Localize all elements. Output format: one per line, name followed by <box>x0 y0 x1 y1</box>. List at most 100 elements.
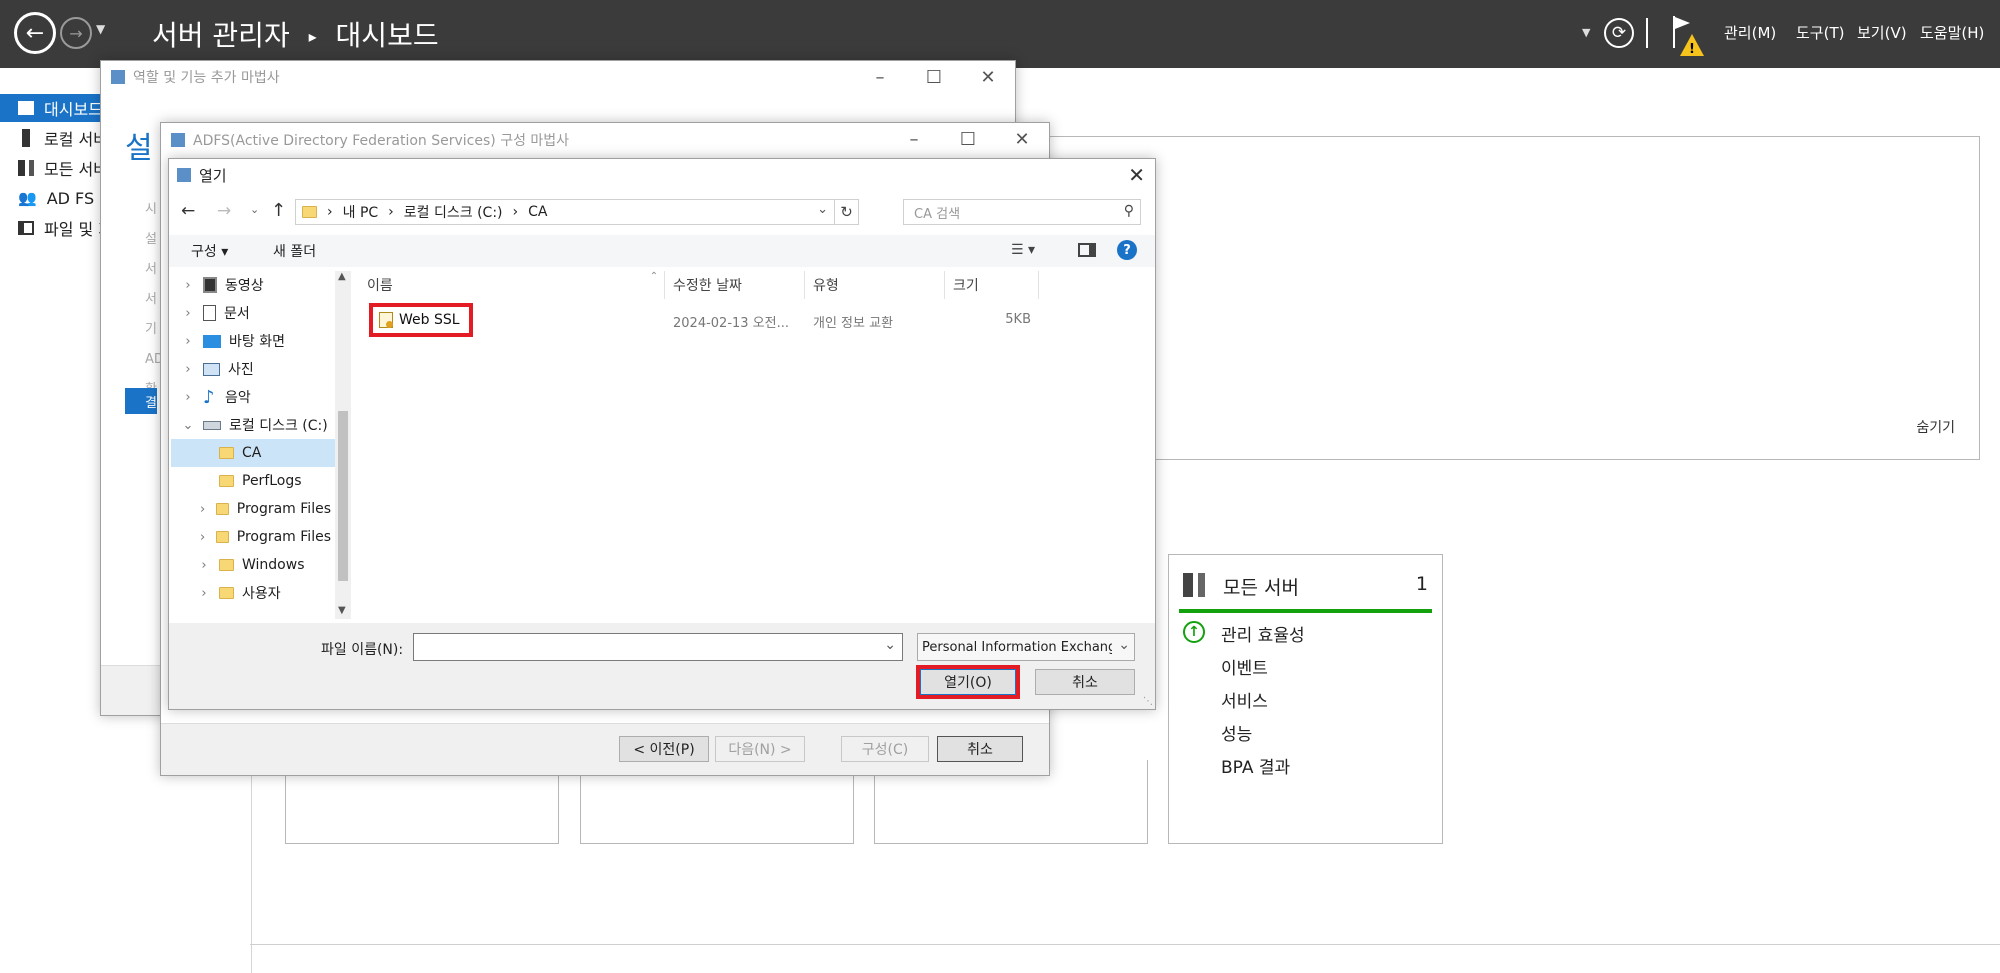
tree-item-local-disk[interactable]: ⌄ 로컬 디스크 (C:) <box>171 411 341 439</box>
minimize-button[interactable]: – <box>887 123 941 155</box>
recent-dropdown-icon[interactable]: ⌄ <box>250 203 259 216</box>
folder-icon <box>219 587 234 599</box>
tree-item-music[interactable]: › ♪ 음악 <box>171 383 331 411</box>
notifications-button[interactable]: ! <box>1670 14 1706 58</box>
help-icon[interactable]: ? <box>1117 240 1137 260</box>
chevron-down-icon[interactable]: ⌄ <box>1116 637 1130 653</box>
tree-item-documents[interactable]: › 문서 <box>171 299 331 327</box>
new-folder-button[interactable]: 새 폴더 <box>273 241 316 261</box>
expander-icon[interactable]: ⌄ <box>181 418 195 433</box>
prev-button[interactable]: < 이전(P) <box>619 736 709 762</box>
forward-icon[interactable]: → <box>217 201 231 221</box>
column-header-name[interactable]: 이름 <box>359 271 665 299</box>
dialog-footer: 파일 이름(N): ⌄ Personal Information Exchang… <box>169 623 1155 709</box>
scroll-down-icon[interactable]: ▼ <box>338 605 346 616</box>
notification-flag-icon: ! <box>1673 16 1704 57</box>
tile-item-performance[interactable]: 성능 <box>1221 720 1252 745</box>
folder-icon <box>219 447 234 459</box>
menu-view[interactable]: 보기(V) <box>1857 22 1907 43</box>
maximize-button[interactable]: ☐ <box>941 123 995 155</box>
view-options-icon[interactable]: ☰ ▾ <box>1011 242 1035 258</box>
refresh-dropdown-icon[interactable]: ▼ <box>1582 26 1590 39</box>
tree-scrollbar[interactable]: ▲ ▼ <box>335 271 351 619</box>
address-dropdown-icon[interactable]: ⌄ <box>817 202 828 217</box>
address-separator: › <box>388 204 394 220</box>
column-label: 유형 <box>813 278 839 294</box>
column-header-type[interactable]: 유형 <box>805 271 945 299</box>
wizard-step-active[interactable]: 결 <box>125 388 157 414</box>
scrollbar-thumb[interactable] <box>338 411 348 581</box>
expander-icon[interactable]: › <box>181 362 195 377</box>
next-button[interactable]: 다음(N) > <box>715 736 805 762</box>
expander-icon[interactable]: › <box>197 558 211 573</box>
tile-item-services[interactable]: 서비스 <box>1221 687 1268 712</box>
folder-icon <box>302 206 317 218</box>
expander-icon[interactable]: › <box>181 306 195 321</box>
back-icon[interactable]: ← <box>181 201 195 221</box>
arrow-right-icon: → <box>69 23 83 43</box>
column-header-size[interactable]: 크기 <box>945 271 1039 299</box>
chevron-down-icon[interactable]: ⌄ <box>884 637 896 653</box>
file-type-select[interactable]: Personal Information Exchange ⌄ <box>917 633 1135 661</box>
desktop-icon <box>203 334 221 348</box>
video-icon <box>203 277 217 293</box>
tree-item-ca[interactable]: CA <box>171 439 338 467</box>
all-servers-tile[interactable]: 모든 서버 1 ↑ 관리 효율성 이벤트 서비스 성능 BPA 결과 <box>1168 554 1443 844</box>
file-name-cell[interactable]: Web SSL <box>369 303 473 337</box>
close-button[interactable]: ✕ <box>961 61 1015 93</box>
preview-pane-icon[interactable] <box>1078 243 1096 257</box>
tree-item-desktop[interactable]: › 바탕 화면 <box>171 327 331 355</box>
menu-help[interactable]: 도움말(H) <box>1920 22 1984 43</box>
tree-item-users[interactable]: › 사용자 <box>171 579 331 607</box>
refresh-button[interactable]: ⟳ <box>1604 18 1634 48</box>
menu-manage[interactable]: 관리(M) <box>1724 22 1776 43</box>
back-button[interactable]: ← <box>14 12 56 54</box>
cancel-button[interactable]: 취소 <box>937 736 1023 762</box>
up-icon[interactable]: ↑ <box>271 200 286 221</box>
expander-icon[interactable]: › <box>197 586 211 601</box>
tile-item-bpa[interactable]: BPA 결과 <box>1221 753 1290 778</box>
expander-icon[interactable]: › <box>181 334 195 349</box>
expander-icon[interactable]: › <box>181 278 195 293</box>
file-row[interactable]: Web SSL 2024-02-13 오전... 개인 정보 교환 5KB <box>359 303 1039 337</box>
wizard-icon <box>171 133 185 147</box>
forward-button[interactable]: → <box>60 17 92 49</box>
filename-input[interactable]: ⌄ <box>413 633 903 661</box>
tree-item-perflogs[interactable]: PerfLogs <box>171 467 331 495</box>
organize-button[interactable]: 구성 ▾ <box>191 241 228 261</box>
configure-button[interactable]: 구성(C) <box>841 736 929 762</box>
address-item-pc[interactable]: 내 PC <box>343 202 379 222</box>
certificate-icon <box>379 312 393 328</box>
expander-icon[interactable]: › <box>197 530 208 545</box>
menu-tools[interactable]: 도구(T) <box>1796 22 1844 43</box>
maximize-button[interactable]: ☐ <box>907 61 961 93</box>
tree-item-label: PerfLogs <box>242 473 302 489</box>
close-icon[interactable]: ✕ <box>1128 163 1145 187</box>
close-button[interactable]: ✕ <box>995 123 1049 155</box>
search-input[interactable]: CA 검색 ⚲ <box>903 199 1141 225</box>
file-name: Web SSL <box>399 312 460 328</box>
address-item-folder[interactable]: CA <box>528 204 547 220</box>
tile-item-events[interactable]: 이벤트 <box>1221 654 1268 679</box>
tree-item-program-files[interactable]: › Program Files <box>171 495 331 523</box>
tree-item-program-files-x86[interactable]: › Program Files <box>171 523 331 551</box>
open-button[interactable]: 열기(O) <box>916 665 1020 699</box>
address-separator: › <box>327 204 333 220</box>
hide-link[interactable]: 숨기기 <box>1916 417 1955 437</box>
tree-item-label: 바탕 화면 <box>229 334 285 350</box>
tile-item-manageability[interactable]: 관리 효율성 <box>1221 621 1305 646</box>
refresh-icon[interactable]: ↻ <box>834 200 858 224</box>
tree-item-pictures[interactable]: › 사진 <box>171 355 331 383</box>
address-bar[interactable]: › 내 PC › 로컬 디스크 (C:) › CA ⌄ ↻ <box>295 199 859 225</box>
address-item-drive[interactable]: 로컬 디스크 (C:) <box>404 202 503 222</box>
expander-icon[interactable]: › <box>197 502 208 517</box>
folder-icon <box>216 503 229 515</box>
resize-grip-icon[interactable]: ⋱ <box>1143 696 1153 707</box>
cancel-button[interactable]: 취소 <box>1035 669 1135 695</box>
expander-icon[interactable]: › <box>181 390 195 405</box>
minimize-button[interactable]: – <box>853 61 907 93</box>
music-icon: ♪ <box>203 386 215 408</box>
history-dropdown-icon[interactable]: ▼ <box>96 22 105 36</box>
tree-item-windows[interactable]: › Windows <box>171 551 331 579</box>
column-header-date[interactable]: 수정한 날짜 <box>665 271 805 299</box>
